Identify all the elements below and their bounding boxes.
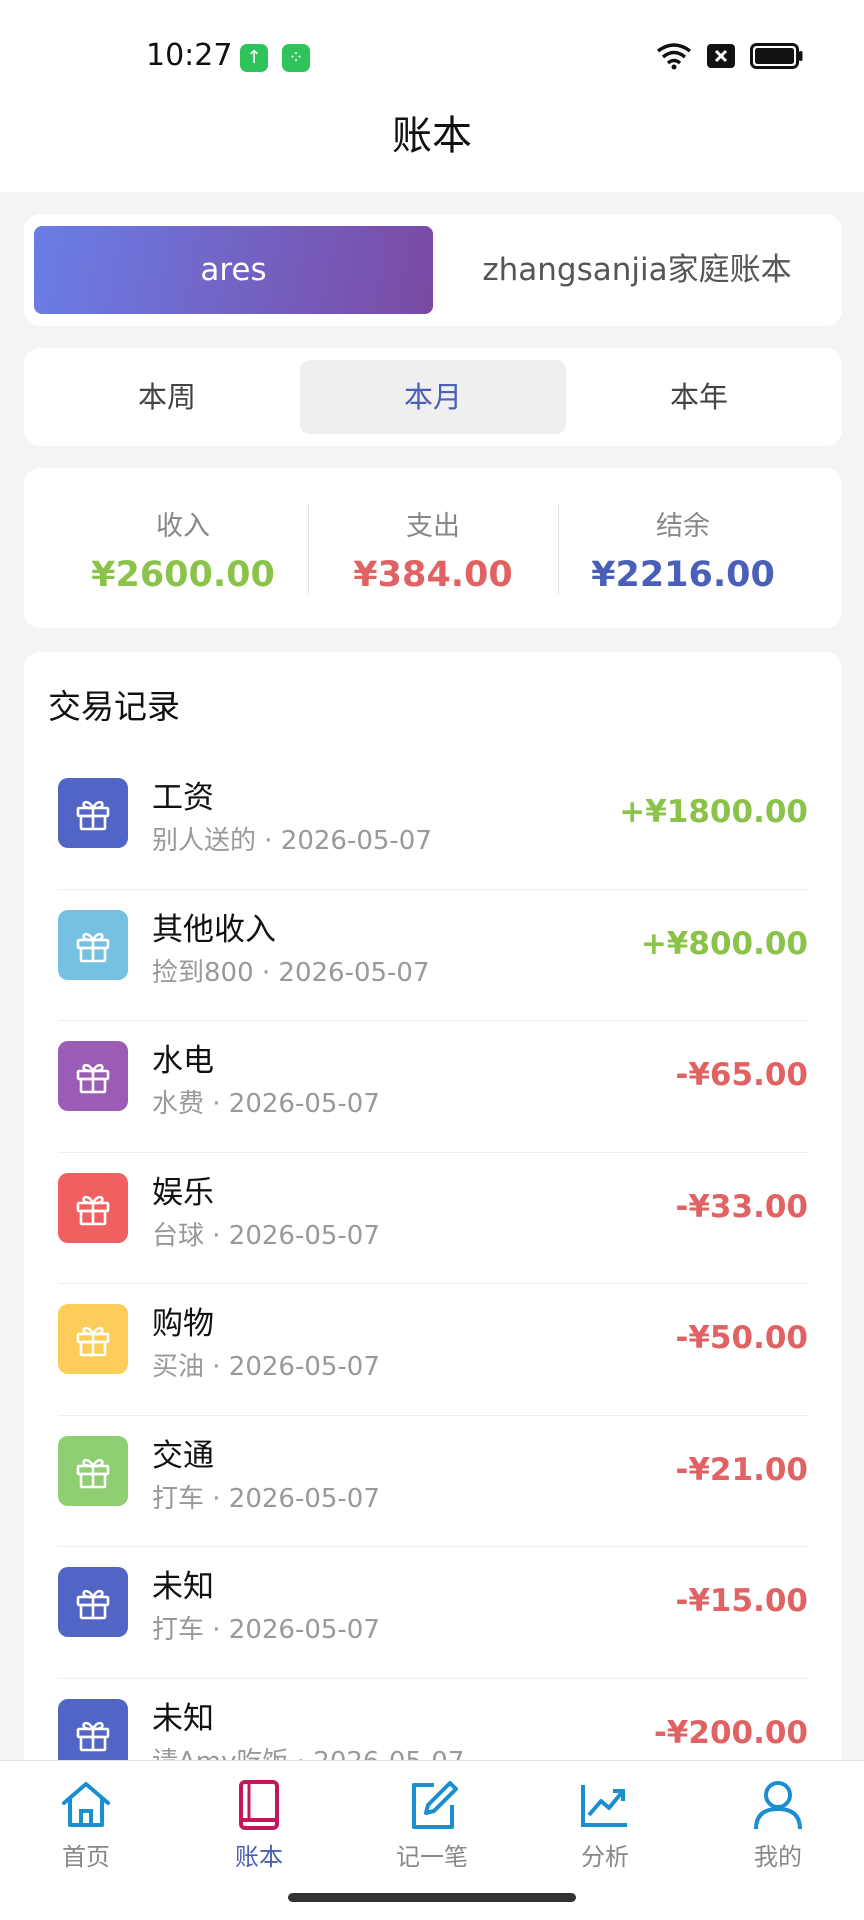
transaction-category: 娱乐 — [152, 1174, 214, 1211]
transaction-row[interactable]: 交通打车 · 2026-05-07 -¥21.00 — [58, 1416, 809, 1547]
transaction-category: 水电 — [152, 1043, 214, 1079]
book-tab-ares[interactable]: ares — [34, 226, 433, 314]
nav-analysis[interactable]: 分析 — [535, 1777, 675, 1872]
transaction-amount: -¥15.00 — [675, 1583, 809, 1619]
nav-profile-label: 我的 — [754, 1843, 802, 1871]
status-bar: 10:27 ↑ ⁘ — [0, 0, 864, 110]
transaction-amount: -¥33.00 — [675, 1188, 809, 1225]
income-summary: 收入 ¥2600.00 — [58, 468, 308, 628]
edit-icon — [412, 1781, 458, 1829]
expense-summary: 支出 ¥384.00 — [308, 468, 558, 628]
transaction-note-date: 打车 · 2026-05-07 — [152, 1615, 380, 1645]
expense-label: 支出 — [406, 511, 460, 542]
nav-book[interactable]: 账本 — [189, 1777, 329, 1872]
transaction-note-date: 别人送的 · 2026-05-07 — [152, 826, 432, 856]
no-sim-icon — [707, 44, 735, 68]
transaction-amount: -¥200.00 — [653, 1714, 808, 1751]
tab-this-year[interactable]: 本年 — [566, 360, 832, 434]
gift-icon — [58, 1304, 128, 1374]
transaction-category: 未知 — [152, 1700, 214, 1737]
tab-this-week[interactable]: 本周 — [34, 360, 300, 434]
nav-home-label: 首页 — [62, 1843, 110, 1871]
transaction-category: 交通 — [152, 1437, 214, 1474]
trend-chart-icon — [581, 1785, 627, 1827]
status-time: 10:27 — [146, 38, 233, 73]
page-title: 账本 — [392, 113, 472, 159]
transaction-amount: +¥800.00 — [640, 925, 808, 962]
summary-card: 收入 ¥2600.00 支出 ¥384.00 结余 ¥2216.00 — [24, 468, 842, 628]
transaction-note-date: 捡到800 · 2026-05-07 — [152, 957, 430, 988]
transaction-row[interactable]: 工资别人送的 · 2026-05-07 +¥1800.00 — [58, 758, 808, 890]
transaction-category: 工资 — [152, 780, 214, 816]
transaction-category: 购物 — [152, 1306, 214, 1342]
income-value: ¥2600.00 — [91, 555, 275, 595]
transaction-note-date: 水费 · 2026-05-07 — [152, 1089, 380, 1119]
transaction-row[interactable]: 购物买油 · 2026-05-07 -¥50.00 — [58, 1284, 808, 1416]
gift-icon — [58, 1172, 128, 1243]
gift-icon — [58, 778, 128, 848]
transaction-list: 工资别人送的 · 2026-05-07 +¥1800.00 其他收入捡到800 · … — [58, 758, 808, 1810]
transaction-row[interactable]: 水电水费 · 2026-05-07 -¥65.00 — [58, 1021, 808, 1153]
book-switcher: ares zhangsanjia家庭账本 — [24, 214, 842, 326]
transaction-amount: -¥50.00 — [675, 1320, 809, 1356]
transaction-row[interactable]: 娱乐台球 · 2026-05-07 -¥33.00 — [58, 1153, 809, 1284]
transaction-row[interactable]: 其他收入捡到800 · 2026-05-07 +¥800.00 — [58, 890, 808, 1021]
transaction-note-date: 打车 · 2026-05-07 — [152, 1483, 380, 1514]
income-label: 收入 — [156, 511, 210, 542]
period-switcher: 本周 本月 本年 — [24, 348, 842, 446]
title-bar: 账本 — [0, 110, 864, 192]
transaction-category: 未知 — [152, 1569, 214, 1605]
nav-home[interactable]: 首页 — [16, 1777, 156, 1872]
wifi-icon — [656, 43, 692, 70]
nav-add-record-label: 记一笔 — [396, 1843, 468, 1871]
battery-icon — [750, 43, 803, 69]
nav-profile[interactable]: 我的 — [708, 1777, 848, 1872]
expense-value: ¥384.00 — [353, 555, 513, 595]
home-indicator — [288, 1893, 576, 1902]
nav-add-record[interactable]: 记一笔 — [362, 1777, 502, 1872]
transaction-row[interactable]: 未知打车 · 2026-05-07 -¥15.00 — [58, 1547, 808, 1679]
nav-analysis-label: 分析 — [581, 1843, 629, 1871]
home-icon — [62, 1782, 110, 1827]
book-tab-family[interactable]: zhangsanjia家庭账本 — [442, 226, 832, 314]
transaction-amount: +¥1800.00 — [619, 794, 808, 830]
records-title: 交易记录 — [48, 687, 180, 726]
balance-summary: 结余 ¥2216.00 — [558, 468, 808, 628]
grid-app-icon: ⁘ — [282, 44, 310, 72]
transaction-records: 交易记录 工资别人送的 · 2026-05-07 +¥1800.00 其他收入捡到8… — [24, 652, 842, 1852]
transaction-category: 其他收入 — [152, 911, 276, 948]
balance-label: 结余 — [656, 511, 710, 542]
gift-icon — [58, 1041, 128, 1111]
tab-this-month[interactable]: 本月 — [300, 360, 566, 434]
nav-book-label: 账本 — [235, 1843, 283, 1871]
transaction-amount: -¥65.00 — [675, 1057, 809, 1093]
transaction-note-date: 买油 · 2026-05-07 — [152, 1352, 380, 1382]
transaction-note-date: 台球 · 2026-05-07 — [152, 1220, 380, 1251]
gift-icon — [58, 1435, 128, 1506]
gift-icon — [58, 1567, 128, 1637]
transaction-amount: -¥21.00 — [675, 1451, 809, 1488]
gift-icon — [58, 909, 128, 980]
gift-icon — [58, 1698, 128, 1769]
user-icon — [754, 1781, 802, 1830]
upload-app-icon: ↑ — [240, 44, 268, 72]
book-icon — [239, 1780, 279, 1830]
balance-value: ¥2216.00 — [591, 555, 775, 595]
